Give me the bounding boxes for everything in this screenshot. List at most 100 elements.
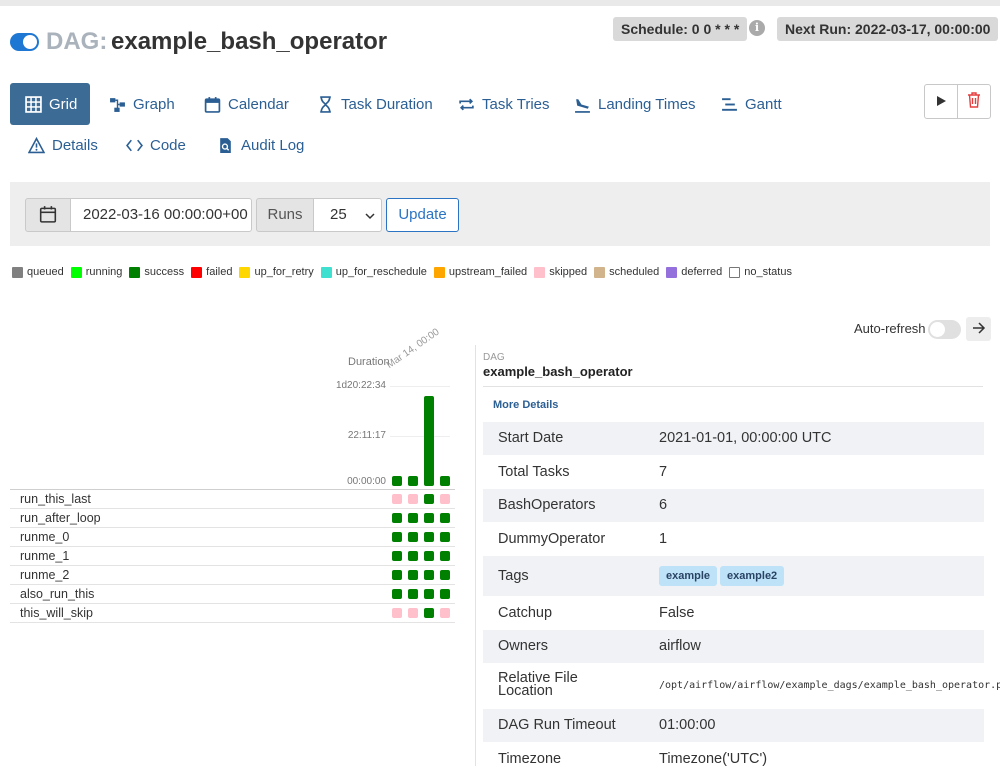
tab-gantt[interactable]: Gantt <box>721 83 782 125</box>
tab-details[interactable]: Details <box>28 124 98 166</box>
task-name[interactable]: runme_2 <box>20 568 69 582</box>
tab-task-duration[interactable]: Task Duration <box>317 83 433 125</box>
legend-label: scheduled <box>609 266 660 278</box>
details-value: 01:00:00 <box>659 717 716 733</box>
task-instance-cell[interactable] <box>424 608 434 618</box>
tab-details-label: Details <box>52 136 98 154</box>
next-run-badge: Next Run: 2022-03-17, 00:00:00 <box>777 17 999 41</box>
legend-item[interactable]: up_for_reschedule <box>320 266 427 278</box>
legend-item[interactable]: queued <box>12 266 64 278</box>
task-name[interactable]: run_after_loop <box>20 511 101 525</box>
base-date-input[interactable]: 2022-03-16 00:00:00+00 <box>70 198 252 232</box>
date-picker-button[interactable] <box>25 198 71 232</box>
gantt-icon <box>721 96 737 112</box>
file-search-icon <box>217 137 233 153</box>
task-instance-cell[interactable] <box>440 513 450 523</box>
tab-landing-times[interactable]: Landing Times <box>574 83 696 125</box>
more-details-link[interactable]: More Details <box>493 399 558 411</box>
task-instance-cell[interactable] <box>392 532 402 542</box>
tab-task-duration-label: Task Duration <box>341 95 433 113</box>
tab-task-tries[interactable]: Task Tries <box>458 83 550 125</box>
tab-calendar[interactable]: Calendar <box>204 83 289 125</box>
runs-select-value: 25 <box>330 206 347 223</box>
legend-item[interactable]: upstream_failed <box>433 266 527 278</box>
legend-item[interactable]: running <box>70 266 122 278</box>
details-key: Timezone <box>498 751 562 766</box>
legend-item[interactable]: skipped <box>534 266 587 278</box>
tab-code[interactable]: Code <box>126 124 186 166</box>
tab-graph[interactable]: Graph <box>109 83 175 125</box>
details-value: 6 <box>659 497 668 513</box>
trash-icon <box>967 92 981 111</box>
task-name[interactable]: also_run_this <box>20 587 94 601</box>
task-instance-cell[interactable] <box>392 494 402 504</box>
task-instance-cell[interactable] <box>424 551 434 561</box>
details-row: Total Tasks 7 <box>483 455 984 489</box>
legend-item[interactable]: success <box>129 266 184 278</box>
run-bar[interactable] <box>424 396 434 486</box>
legend-label: queued <box>27 266 64 278</box>
task-instance-cell[interactable] <box>392 513 402 523</box>
task-instance-cell[interactable] <box>392 551 402 561</box>
task-instance-cell[interactable] <box>424 513 434 523</box>
task-instance-cell[interactable] <box>392 570 402 580</box>
task-instance-cell[interactable] <box>424 570 434 580</box>
legend-item[interactable]: up_for_retry <box>239 266 314 278</box>
graph-icon <box>109 96 125 112</box>
task-instance-cell[interactable] <box>392 589 402 599</box>
task-instance-cell[interactable] <box>392 608 402 618</box>
legend-item[interactable]: no_status <box>729 266 792 278</box>
y-tick-max: 1d20:22:34 <box>335 380 386 391</box>
task-instance-cell[interactable] <box>440 551 450 561</box>
details-row: Catchup False <box>483 596 984 630</box>
tag-badge[interactable]: example2 <box>720 566 785 586</box>
legend-label: up_for_reschedule <box>335 266 427 278</box>
task-instance-cell[interactable] <box>408 513 418 523</box>
task-instance-cell[interactable] <box>408 608 418 618</box>
tab-grid[interactable]: Grid <box>10 83 90 125</box>
task-instance-cell[interactable] <box>408 589 418 599</box>
toggle-details-button[interactable] <box>966 317 991 341</box>
task-instance-cell[interactable] <box>440 494 450 504</box>
tab-grid-label: Grid <box>49 95 78 113</box>
dag-pause-toggle[interactable] <box>10 33 39 51</box>
schedule-badge: Schedule: 0 0 * * * <box>613 17 748 41</box>
info-icon[interactable]: i <box>749 20 765 36</box>
task-instance-cell[interactable] <box>440 570 450 580</box>
task-instance-cell[interactable] <box>424 532 434 542</box>
task-name[interactable]: run_this_last <box>20 492 91 506</box>
task-instance-cell[interactable] <box>408 494 418 504</box>
task-instance-cell[interactable] <box>440 532 450 542</box>
legend-item[interactable]: scheduled <box>594 266 659 278</box>
task-name[interactable]: runme_0 <box>20 530 69 544</box>
runs-select[interactable]: 25 <box>313 198 382 232</box>
task-instance-cell[interactable] <box>440 589 450 599</box>
arrow-right-icon <box>972 321 986 337</box>
delete-dag-button[interactable] <box>957 85 990 118</box>
tag-badge[interactable]: example <box>659 566 718 586</box>
update-button[interactable]: Update <box>386 198 459 232</box>
tab-audit-log[interactable]: Audit Log <box>217 124 304 166</box>
legend-item[interactable]: failed <box>191 266 232 278</box>
details-key: Total Tasks <box>498 464 570 480</box>
task-instance-cell[interactable] <box>408 551 418 561</box>
autorefresh-label: Auto-refresh <box>854 321 926 336</box>
run-bar[interactable] <box>392 476 402 486</box>
tab-gantt-label: Gantt <box>745 95 782 113</box>
task-instance-cell[interactable] <box>408 570 418 580</box>
task-name[interactable]: runme_1 <box>20 549 69 563</box>
details-key: Relative File Location <box>498 670 578 699</box>
autorefresh-toggle[interactable] <box>928 320 961 339</box>
duration-label: Duration <box>348 356 390 368</box>
task-name[interactable]: this_will_skip <box>20 606 93 620</box>
trigger-dag-button[interactable] <box>925 85 957 118</box>
legend-item[interactable]: deferred <box>666 266 722 278</box>
details-key: Tags <box>498 568 529 584</box>
task-instance-cell[interactable] <box>440 608 450 618</box>
row-divider <box>10 603 455 604</box>
run-bar[interactable] <box>408 476 418 486</box>
task-instance-cell[interactable] <box>424 589 434 599</box>
task-instance-cell[interactable] <box>408 532 418 542</box>
task-instance-cell[interactable] <box>424 494 434 504</box>
run-bar[interactable] <box>440 476 450 486</box>
